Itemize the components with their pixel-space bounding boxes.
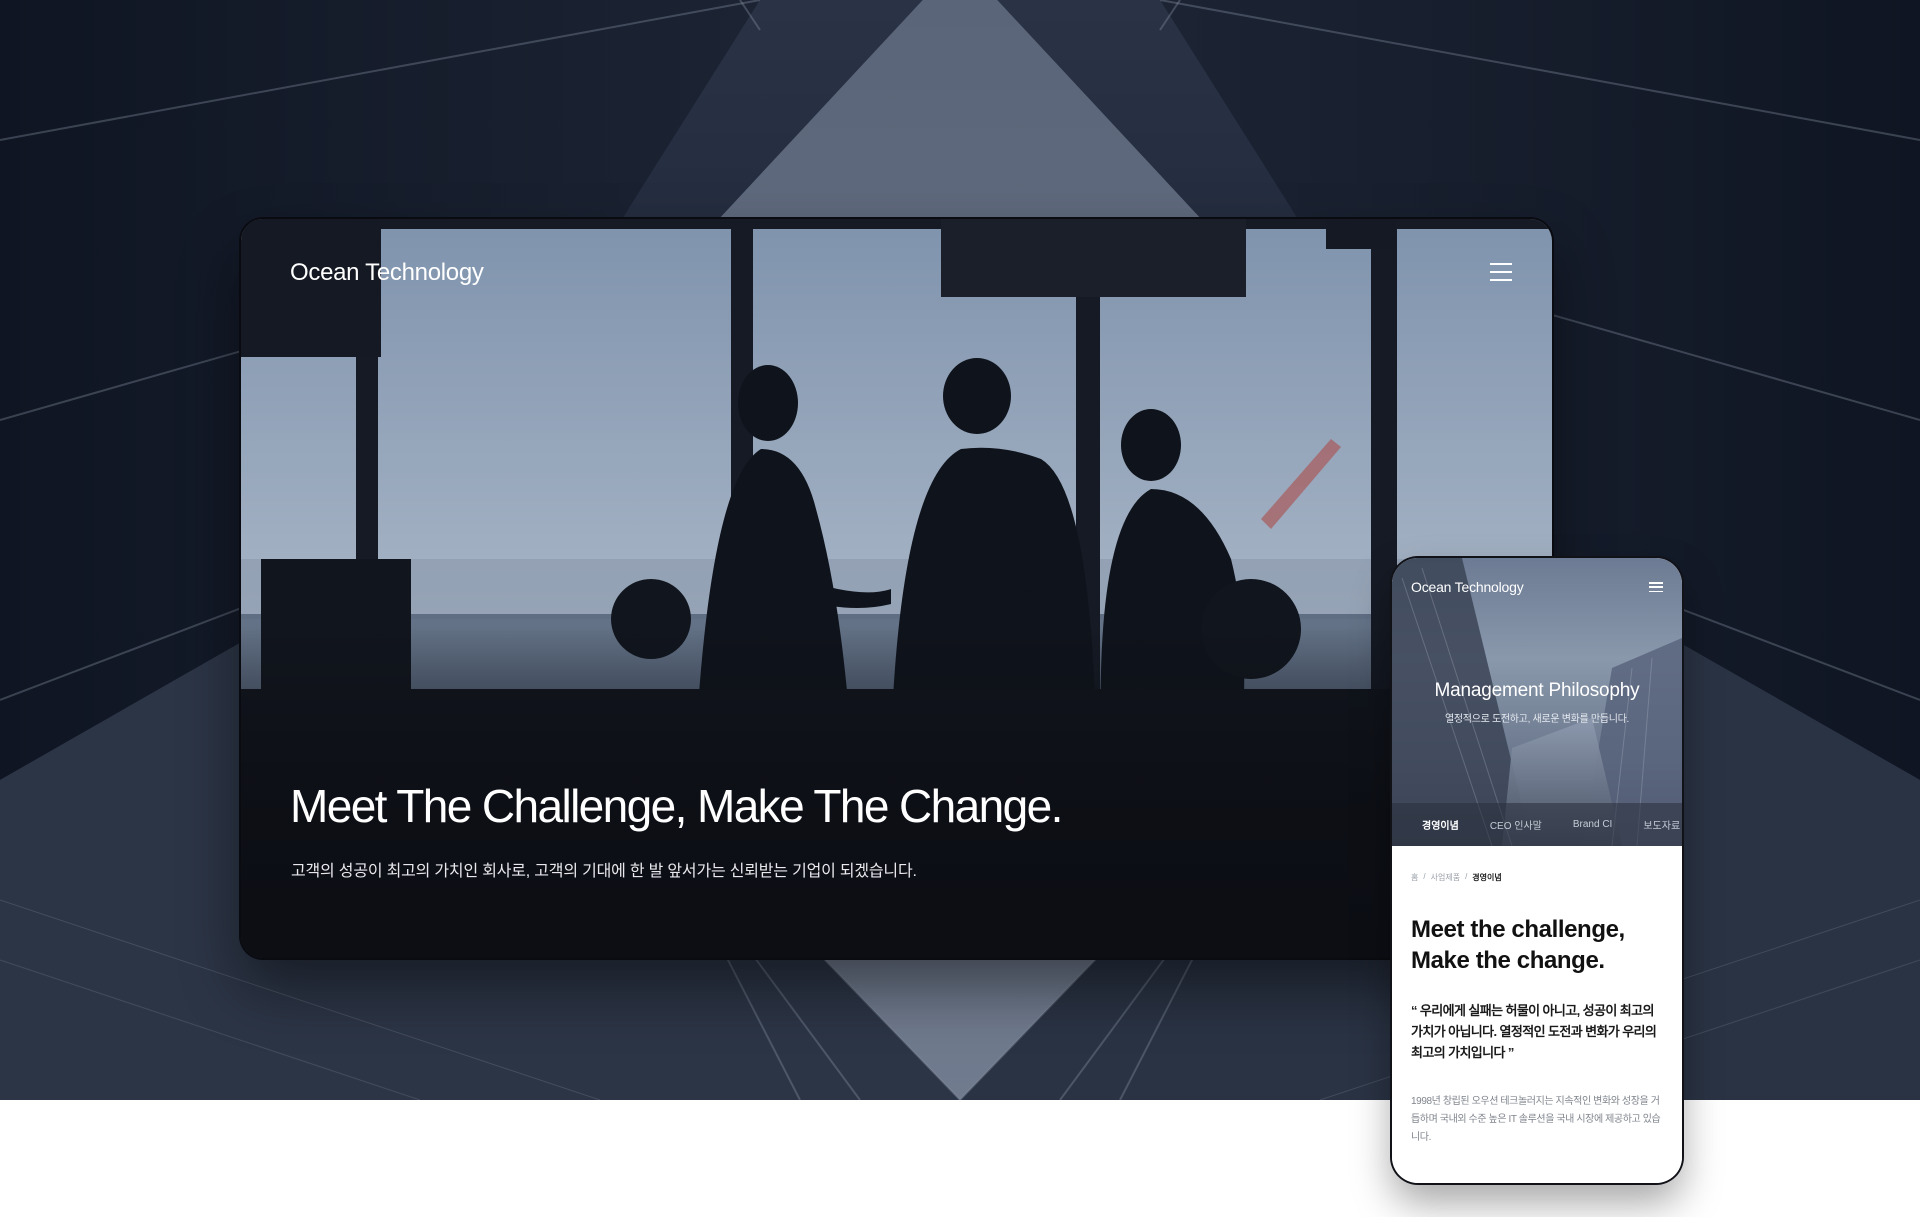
breadcrumb-business[interactable]: 사업제품 xyxy=(1431,872,1460,883)
mobile-logo[interactable]: Ocean Technology xyxy=(1411,579,1524,595)
hero-photo xyxy=(241,219,1552,958)
mobile-heading: Meet the challenge, Make the change. xyxy=(1411,914,1671,976)
tab-ceo-greeting[interactable]: CEO 인사말 xyxy=(1490,817,1542,832)
breadcrumb-separator: / xyxy=(1465,872,1468,881)
breadcrumb-separator: / xyxy=(1423,872,1426,881)
hero-subtext: 고객의 성공이 최고의 가치인 회사로, 고객의 기대에 한 발 앞서가는 신뢰… xyxy=(291,863,917,880)
hero-headline: Meet The Challenge, Make The Change. xyxy=(290,780,1063,832)
hamburger-menu-icon[interactable] xyxy=(1490,263,1512,281)
mobile-quote: “ 우리에게 실패는 허물이 아니고, 성공이 최고의 가치가 아닙니다. 열정… xyxy=(1411,1003,1657,1060)
mobile-hamburger-menu-icon[interactable] xyxy=(1649,582,1663,592)
mobile-heading-line1: Meet the challenge, xyxy=(1411,916,1625,943)
tab-philosophy[interactable]: 경영이념 xyxy=(1422,817,1459,832)
mobile-hero: Ocean Technology Management Philosophy 열… xyxy=(1392,558,1682,846)
mobile-tab-bar: 경영이념 CEO 인사말 Brand CI 보도자료 xyxy=(1392,803,1682,846)
mobile-hero-tagline: 열정적으로 도전하고, 새로운 변화를 만듭니다. xyxy=(1445,714,1629,725)
breadcrumb-current: 경영이념 xyxy=(1472,873,1502,882)
desktop-logo[interactable]: Ocean Technology xyxy=(290,259,484,287)
mobile-description: 1998년 창립된 오우션 테크놀러지는 지속적인 변화와 성장을 거듭하며 국… xyxy=(1411,1096,1661,1143)
mobile-mockup: Ocean Technology Management Philosophy 열… xyxy=(1392,558,1682,1183)
mobile-heading-line2: Make the change. xyxy=(1411,947,1605,974)
breadcrumb-home[interactable]: 홈 xyxy=(1411,872,1418,883)
tab-press[interactable]: 보도자료 xyxy=(1643,817,1680,832)
mobile-hero-title: Management Philosophy xyxy=(1434,680,1640,701)
breadcrumb: 홈 / 사업제품 / 경영이념 xyxy=(1411,872,1502,883)
desktop-mockup: Ocean Technology Meet The Challenge, Mak… xyxy=(241,219,1552,958)
mobile-content: 홈 / 사업제품 / 경영이념 Meet the challenge, Make… xyxy=(1392,846,1682,1183)
tab-brand-ci[interactable]: Brand CI xyxy=(1573,819,1612,830)
